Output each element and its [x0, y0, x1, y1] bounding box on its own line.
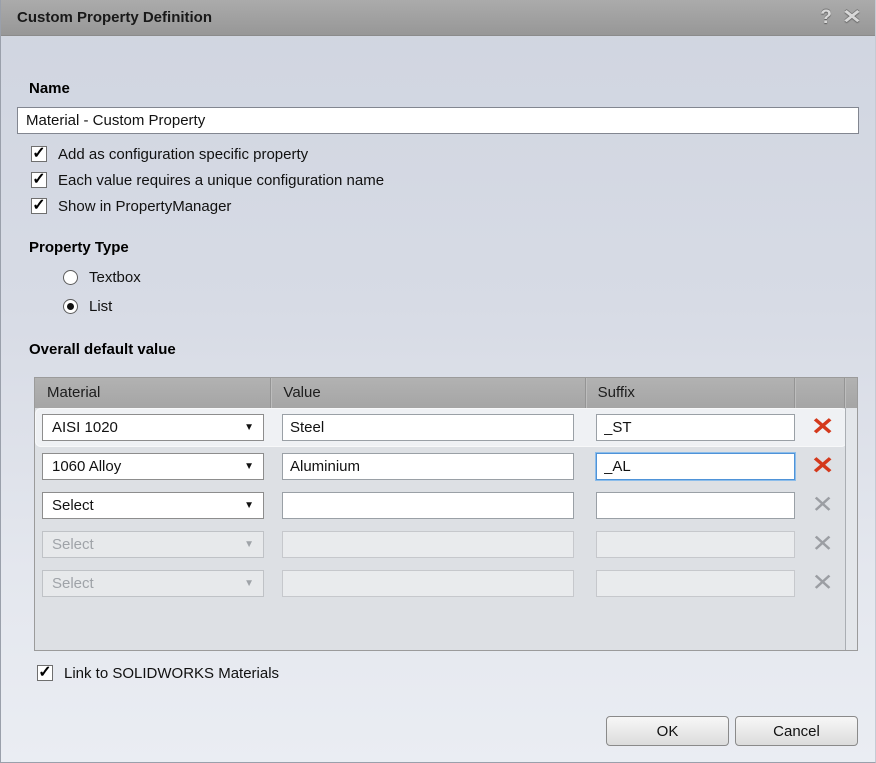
name-input[interactable]: [17, 107, 859, 134]
table-scrollbar[interactable]: [845, 408, 857, 650]
checkbox-label: Add as configuration specific property: [58, 146, 308, 163]
radio-label: List: [89, 298, 112, 315]
checkbox-box[interactable]: ✓: [31, 198, 47, 214]
delete-row-icon-disabled: ✕: [811, 494, 833, 518]
column-header-strip: [845, 378, 857, 408]
table-row: Select ▼ ✕: [35, 486, 847, 525]
chevron-down-icon: ▼: [244, 539, 254, 550]
suffix-input[interactable]: [596, 492, 795, 519]
chevron-down-icon: ▼: [244, 461, 254, 472]
table-row: Select ▼ ✕: [35, 525, 847, 564]
table-row: Select ▼ ✕: [35, 564, 847, 603]
material-dropdown-value: Select: [52, 536, 94, 553]
material-dropdown-value: Select: [52, 575, 94, 592]
default-value-table: Material Value Suffix AISI 1020▼✕1060 Al…: [34, 377, 858, 651]
chevron-down-icon: ▼: [244, 578, 254, 589]
suffix-input[interactable]: [596, 414, 795, 441]
dialog-title: Custom Property Definition: [1, 9, 813, 26]
name-label: Name: [29, 80, 70, 97]
checkbox-box[interactable]: ✓: [31, 146, 47, 162]
suffix-input: [596, 570, 795, 597]
delete-row-icon-disabled: ✕: [811, 572, 833, 596]
column-header-suffix: Suffix: [586, 378, 796, 408]
delete-row-icon-disabled: ✕: [811, 533, 833, 557]
material-dropdown: Select ▼: [42, 570, 264, 597]
material-dropdown[interactable]: Select ▼: [42, 492, 264, 519]
checkbox-label: Link to SOLIDWORKS Materials: [64, 665, 279, 682]
checkbox-box[interactable]: ✓: [31, 172, 47, 188]
radio-circle[interactable]: [63, 270, 78, 285]
column-header-delete: [795, 378, 845, 408]
value-input: [282, 531, 574, 558]
value-input[interactable]: [282, 414, 574, 441]
checkbox-box[interactable]: ✓: [37, 665, 53, 681]
checkbox-link-to-solidworks-materials[interactable]: ✓ Link to SOLIDWORKS Materials: [37, 664, 279, 682]
checkbox-add-as-configuration-specific-property[interactable]: ✓ Add as configuration specific property: [31, 145, 308, 163]
material-dropdown[interactable]: 1060 Alloy ▼: [42, 453, 264, 480]
suffix-input: [596, 531, 795, 558]
radio-circle[interactable]: [63, 299, 78, 314]
column-header-value: Value: [271, 378, 585, 408]
column-header-material: Material: [35, 378, 271, 408]
checkbox-show-in-propertymanager[interactable]: ✓ Show in PropertyManager: [31, 197, 231, 215]
radio-label: Textbox: [89, 269, 141, 286]
material-dropdown: Select ▼: [42, 531, 264, 558]
material-dropdown[interactable]: AISI 1020 ▼: [42, 414, 264, 441]
property-type-label: Property Type: [29, 239, 129, 256]
table-row: 1060 Alloy ▼ ✕: [35, 447, 847, 486]
checkbox-label: Each value requires a unique configurati…: [58, 172, 384, 189]
radio-textbox[interactable]: Textbox: [63, 268, 141, 286]
value-input[interactable]: [282, 492, 574, 519]
close-icon[interactable]: ✕: [836, 5, 869, 31]
material-dropdown-value: 1060 Alloy: [52, 458, 121, 475]
checkbox-label: Show in PropertyManager: [58, 198, 231, 215]
delete-row-button[interactable]: ✕: [810, 416, 833, 440]
table-row: AISI 1020 ▼ ✕: [35, 408, 847, 447]
cancel-button[interactable]: Cancel: [735, 716, 858, 746]
material-dropdown-value: AISI 1020: [52, 419, 118, 436]
suffix-input[interactable]: [596, 453, 795, 480]
checkbox-each-value-requires-a-unique-configuration-name[interactable]: ✓ Each value requires a unique configurat…: [31, 171, 384, 189]
delete-row-button[interactable]: ✕: [810, 455, 833, 479]
table-header: Material Value Suffix: [35, 378, 857, 408]
overall-default-value-label: Overall default value: [29, 341, 176, 358]
value-input: [282, 570, 574, 597]
title-bar[interactable]: Custom Property Definition ? ✕: [1, 0, 875, 36]
ok-button[interactable]: OK: [606, 716, 729, 746]
radio-list[interactable]: List: [63, 297, 112, 315]
material-dropdown-value: Select: [52, 497, 94, 514]
chevron-down-icon: ▼: [244, 500, 254, 511]
custom-property-definition-dialog: Custom Property Definition ? ✕ Name ✓ Add…: [0, 0, 876, 763]
chevron-down-icon: ▼: [244, 422, 254, 433]
value-input[interactable]: [282, 453, 574, 480]
